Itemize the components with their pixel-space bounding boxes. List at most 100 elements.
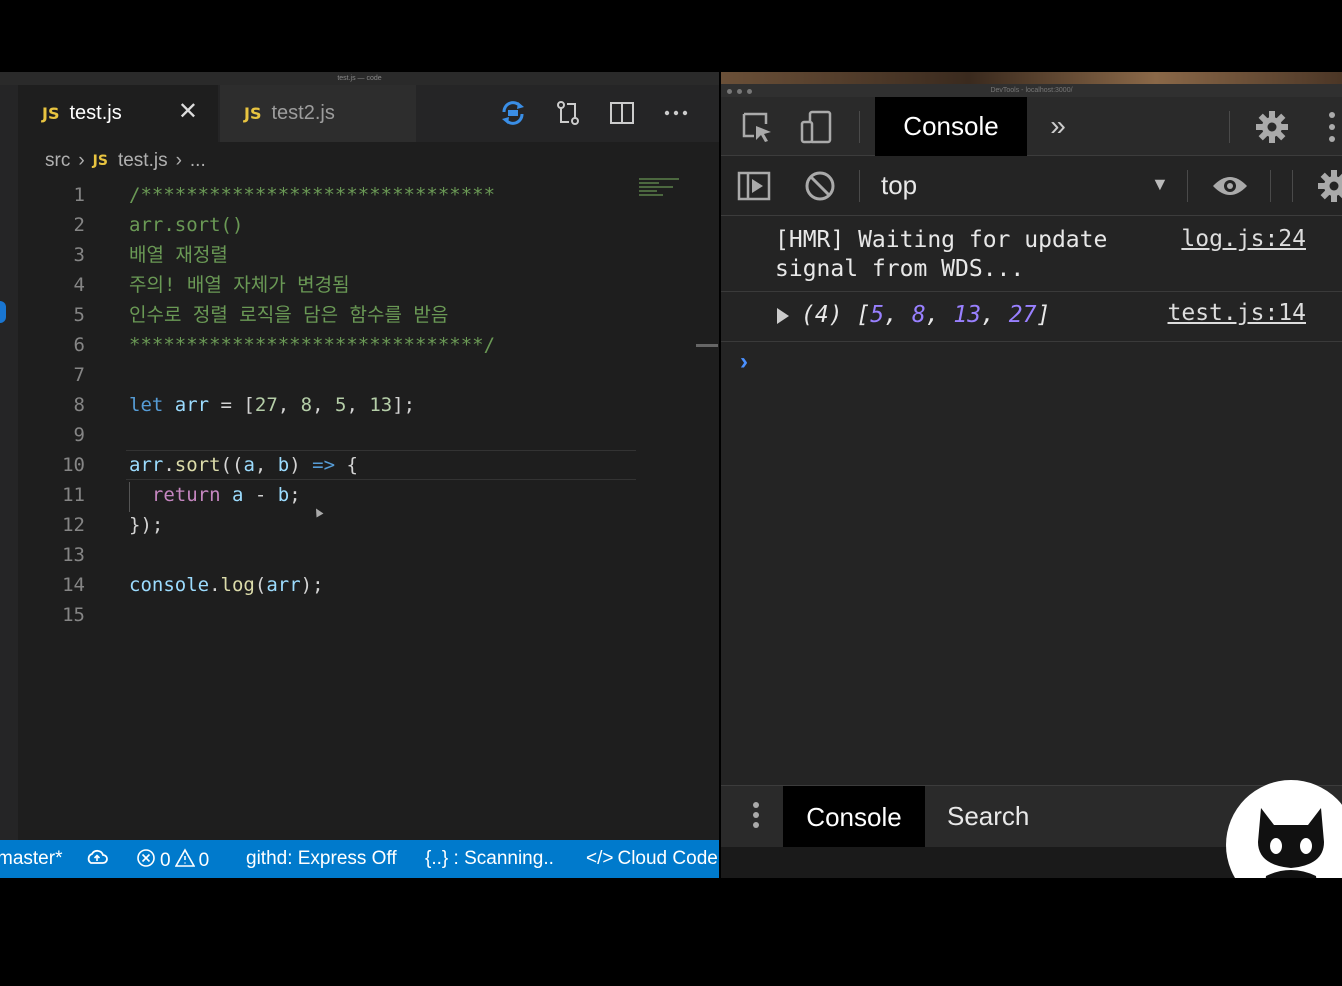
chevron-right-icon: › [78, 150, 85, 171]
toolbar-divider [859, 170, 860, 202]
breadcrumb-file[interactable]: test.js [118, 150, 168, 172]
code-line: 배열 재정렬 [129, 244, 228, 266]
line-number: 2 [73, 214, 85, 236]
minimap-line [639, 186, 673, 188]
toolbar-divider [1187, 170, 1188, 202]
git-branch[interactable]: master* [0, 848, 62, 870]
more-actions-icon[interactable] [661, 98, 691, 128]
breakpoint-marker[interactable] [0, 301, 6, 323]
device-toolbar-icon[interactable] [799, 109, 835, 145]
line-number: 14 [62, 574, 85, 596]
context-selector[interactable]: top [881, 170, 917, 201]
expand-triangle-icon[interactable] [777, 308, 789, 324]
close-tab-icon[interactable]: ✕ [178, 97, 198, 126]
line-number: 9 [73, 424, 85, 446]
array-preview[interactable]: (4) [5, 8, 13, 27] [801, 302, 1050, 328]
devtools-title-bar: DevTools - localhost:3000/ [721, 84, 1342, 97]
chevron-down-icon[interactable]: ▼ [1151, 174, 1169, 195]
code-line: 인수로 정렬 로직을 담은 함수를 받음 [129, 304, 449, 326]
more-tabs-icon[interactable]: » [1043, 110, 1073, 141]
console-message: (4) [5, 8, 13, 27] test.js:14 [721, 292, 1342, 342]
diff-sync-icon[interactable] [498, 98, 528, 128]
breadcrumb-more[interactable]: ... [190, 150, 206, 172]
scanning-status[interactable]: {..} : Scanning.. [425, 848, 554, 870]
toolbar-divider [1229, 111, 1230, 143]
code-line: 주의! 배열 자체가 변경됨 [129, 274, 350, 296]
line-number: 4 [73, 274, 85, 296]
activity-strip [0, 142, 18, 842]
line-number: 15 [62, 604, 85, 626]
split-editor-icon[interactable] [607, 98, 637, 128]
gear-icon[interactable] [1253, 108, 1291, 146]
toolbar-divider [1292, 170, 1293, 202]
vscode-window: test.js — code JS test.js ✕ JS test2.js … [0, 72, 719, 878]
devtools-window-title: DevTools - localhost:3000/ [990, 87, 1073, 94]
tab-console[interactable]: Console [875, 97, 1027, 156]
cloud-code-status[interactable]: </> Cloud Code [586, 848, 718, 870]
toolbar-divider [859, 111, 860, 143]
devtools-window: DevTools - localhost:3000/ Console » top… [721, 72, 1342, 878]
warning-count: 0 [198, 850, 210, 871]
js-file-icon: JS [42, 104, 60, 123]
problems-indicator[interactable]: 0 0 [136, 848, 209, 874]
console-settings-gear-icon[interactable] [1315, 167, 1342, 205]
line-number: 7 [73, 364, 85, 386]
breadcrumb-folder[interactable]: src [45, 150, 70, 172]
drawer-tab-search[interactable]: Search [947, 801, 1029, 832]
error-icon [136, 848, 156, 874]
line-number: 12 [62, 514, 85, 536]
drawer-menu-icon[interactable] [751, 802, 761, 832]
scrollbar-thumb[interactable] [696, 344, 718, 347]
line-number: 5 [73, 304, 85, 326]
tab-label: test.js [69, 102, 122, 124]
sync-cloud-icon[interactable] [86, 848, 108, 866]
clear-console-icon[interactable] [803, 169, 837, 203]
console-prompt[interactable]: › [740, 348, 748, 376]
cat-mascot-icon [1226, 780, 1342, 878]
line-number: 8 [73, 394, 85, 416]
window-minimize-button[interactable] [737, 89, 742, 94]
tab-test-js[interactable]: JS test.js ✕ [18, 85, 218, 142]
window-close-button[interactable] [727, 89, 732, 94]
code-line: *******************************/ [129, 334, 496, 356]
code-line: arr.sort((a, b) => { [129, 454, 358, 476]
toolbar-divider [1270, 170, 1271, 202]
code-line: console.log(arr); [129, 574, 324, 596]
tab-test2-js[interactable]: JS test2.js [220, 85, 416, 142]
line-number: 3 [73, 244, 85, 266]
inspect-element-icon[interactable] [739, 109, 775, 145]
editor-tab-bar: JS test.js ✕ JS test2.js [0, 85, 719, 142]
console-message: [HMR] Waiting for update signal from WDS… [721, 216, 1342, 292]
customize-menu-icon[interactable] [1327, 111, 1337, 143]
show-sidebar-icon[interactable] [736, 170, 772, 202]
eye-icon[interactable] [1211, 170, 1249, 202]
code-line: arr.sort() [129, 214, 244, 236]
source-link[interactable]: test.js:14 [1168, 300, 1306, 326]
code-line: /******************************* [129, 184, 496, 206]
minimap[interactable] [639, 178, 697, 218]
code-line: }); [129, 514, 164, 536]
code-icon: </> [586, 848, 614, 869]
compare-changes-icon[interactable] [553, 98, 583, 128]
githd-status[interactable]: githd: Express Off [246, 848, 397, 870]
branch-label: master* [0, 848, 63, 869]
drawer-tab-console[interactable]: Console [783, 786, 925, 848]
window-zoom-button[interactable] [747, 89, 752, 94]
desktop-background [721, 72, 1342, 84]
minimap-line [639, 178, 679, 180]
tab-label: test2.js [271, 102, 335, 124]
js-file-icon: JS [244, 104, 262, 123]
code-editor[interactable]: /******************************* arr.sor… [129, 180, 639, 630]
chevron-right-icon: › [175, 150, 182, 171]
line-number-gutter: 1 2 3 4 5 6 7 8 9 10 11 12 13 14 15 [18, 180, 108, 630]
minimap-line [639, 190, 657, 192]
line-number: 13 [62, 544, 85, 566]
line-number: 6 [73, 334, 85, 356]
cloud-code-label: Cloud Code [617, 848, 718, 869]
js-file-icon: JS [92, 153, 108, 169]
source-link[interactable]: log.js:24 [1181, 226, 1306, 252]
breadcrumb: src › JS test.js › ... [45, 150, 206, 172]
